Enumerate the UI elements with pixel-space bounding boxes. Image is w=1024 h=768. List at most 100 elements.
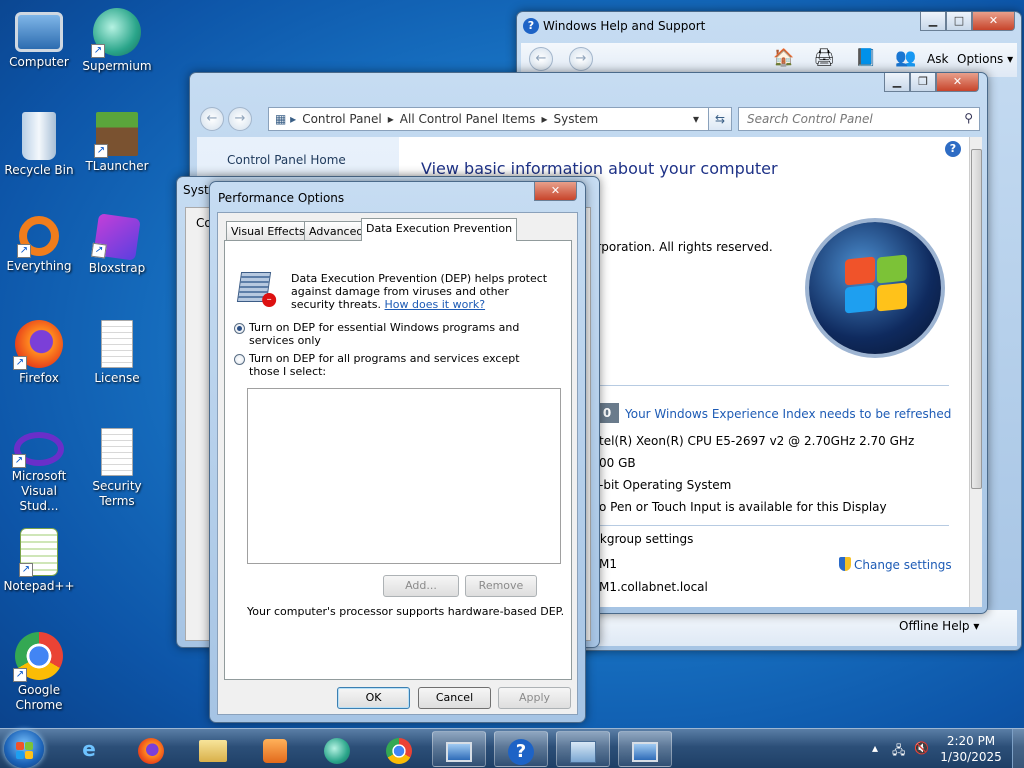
options-button[interactable]: Options ▾ [957,52,1013,66]
close-button[interactable]: ✕ [936,73,979,92]
dialog-title: Performance Options [218,191,345,205]
dialog-body: Visual Effects Advanced Data Execution P… [217,212,578,715]
desktop-icon-recycle-bin[interactable]: Recycle Bin [0,112,78,178]
desktop-icon-supermium[interactable]: ↗ Supermium [78,8,156,74]
window-title: Windows Help and Support [543,19,706,33]
restore-button[interactable]: ❐ [910,73,936,92]
memory-value: 00 GB [599,456,636,470]
back-button[interactable]: ← [200,107,224,131]
tab-advanced[interactable]: Advanced [304,221,369,241]
dep-essential-label[interactable]: Turn on DEP for essential Windows progra… [249,321,549,347]
breadcrumb-separator: ▸ [541,112,548,126]
home-icon[interactable]: 🏠 [773,48,795,70]
refresh-button[interactable]: ⇆ [708,107,732,131]
browse-help-icon[interactable]: 📘 [855,48,877,70]
dep-all-programs-label[interactable]: Turn on DEP for all programs and service… [249,352,549,378]
scrollbar-thumb[interactable] [971,149,982,489]
tab-data-execution-prevention[interactable]: Data Execution Prevention [361,218,518,241]
clock-date: 1/30/2025 [940,750,1002,764]
desktop-icon-security-terms[interactable]: Security Terms [78,428,156,509]
cancel-button[interactable]: Cancel [418,687,491,709]
desktop-icon-tlauncher[interactable]: ↗ TLauncher [78,112,156,174]
media-player-icon[interactable] [248,731,302,767]
desktop-icon-everything[interactable]: ↗ Everything [0,216,78,274]
system-taskbar-button[interactable] [432,731,486,767]
desktop-icon-label: TLauncher [85,159,149,173]
computer-name-value: M1 [599,557,617,571]
minimize-button[interactable]: ▁ [884,73,910,92]
divider [589,385,949,386]
processor-value: tel(R) Xeon(R) CPU E5-2697 v2 @ 2.70GHz … [599,434,915,448]
change-settings-link[interactable]: Change settings [839,557,952,572]
desktop-icon-license[interactable]: License [78,320,156,386]
ask-button[interactable]: Ask [927,52,948,66]
volume-muted-icon[interactable]: 🔇 [914,741,929,755]
dep-exceptions-list[interactable] [247,388,561,564]
wei-refresh-link[interactable]: Your Windows Experience Index needs to b… [625,407,951,421]
clock[interactable]: 2:20 PM 1/30/2025 [938,733,1004,765]
vertical-scrollbar[interactable] [969,137,982,607]
add-button[interactable]: Add... [383,575,459,597]
performance-options-dialog[interactable]: Performance Options ✕ Visual Effects Adv… [209,181,586,723]
file-explorer-icon[interactable] [186,731,240,767]
chevron-down-icon[interactable]: ▾ [693,112,699,126]
show-hidden-icons-icon[interactable]: ▴ [872,741,878,755]
search-icon: ⚲ [964,111,973,125]
control-panel-home-link[interactable]: Control Panel Home [227,153,346,167]
start-button[interactable] [4,730,44,768]
ok-button[interactable]: OK [337,687,410,709]
close-button[interactable]: ✕ [972,12,1015,31]
show-desktop-button[interactable] [1012,729,1024,768]
network-icon[interactable]: 🖧 [892,741,905,762]
minimize-button[interactable]: ▁ [920,12,946,31]
dep-tab-panel: – Data Execution Prevention (DEP) helps … [224,240,572,680]
desktop-icon-notepad-plus-plus[interactable]: ↗ Notepad++ [0,528,78,594]
notepad-plus-plus-icon: ↗ [19,528,58,577]
search-input[interactable]: Search Control Panel ⚲ [738,107,980,131]
breadcrumb-item[interactable]: Control Panel [302,112,382,126]
tab-visual-effects[interactable]: Visual Effects [226,221,310,241]
help-taskbar-button[interactable]: ? [494,731,548,767]
apply-button[interactable]: Apply [498,687,571,709]
computer-icon [15,12,63,52]
control-panel-icon: ▦ ▸ [275,112,297,126]
remove-button[interactable]: Remove [465,575,537,597]
forward-button[interactable]: → [569,47,593,71]
shortcut-arrow-icon: ↗ [91,242,107,259]
breadcrumb-item[interactable]: System [553,112,598,126]
control-panel-taskbar-button[interactable] [556,731,610,767]
breadcrumb-separator: ▸ [387,112,394,126]
performance-options-taskbar-button[interactable] [618,731,672,767]
offline-help-button[interactable]: Offline Help ▾ [899,619,979,633]
desktop-icon-label: Everything [6,259,72,273]
document-icon [101,320,133,368]
internet-explorer-icon[interactable]: e [62,731,116,767]
address-bar[interactable]: ▦ ▸ Control Panel ▸ All Control Panel It… [268,107,718,131]
how-does-it-work-link[interactable]: How does it work? [385,298,486,311]
dep-all-programs-radio[interactable] [234,354,245,365]
firefox-taskbar-icon[interactable] [124,731,178,767]
desktop-icon-computer[interactable]: Computer [0,8,78,70]
breadcrumb-item[interactable]: All Control Panel Items [400,112,536,126]
shortcut-arrow-icon: ↗ [19,563,33,577]
close-button[interactable]: ✕ [534,182,577,201]
forward-button[interactable]: → [228,107,252,131]
desktop-icon-visual-studio[interactable]: ↗ Microsoft Visual Stud... [0,432,78,514]
help-icon[interactable]: ? [945,141,961,157]
print-icon[interactable]: 🖨 [813,48,835,70]
ask-icon[interactable]: 👥 [895,48,917,70]
desktop-icon-google-chrome[interactable]: ↗ Google Chrome [0,632,78,713]
back-button[interactable]: ← [529,47,553,71]
system-tray: ▴ 🖧 🔇 2:20 PM 1/30/2025 [864,729,1024,768]
dep-essential-radio[interactable] [234,323,245,334]
maximize-button[interactable]: □ [946,12,972,31]
shortcut-arrow-icon: ↗ [94,144,108,158]
supermium-taskbar-icon[interactable] [310,731,364,767]
chrome-taskbar-icon[interactable] [372,731,426,767]
dep-support-note: Your computer's processor supports hardw… [247,605,565,618]
full-computer-name-value: M1.collabnet.local [599,580,708,594]
desktop-icon-bloxstrap[interactable]: ↗ Bloxstrap [78,213,156,276]
supermium-icon: ↗ [91,8,141,58]
everything-icon: ↗ [17,216,59,258]
desktop-icon-firefox[interactable]: ↗ Firefox [0,320,78,386]
